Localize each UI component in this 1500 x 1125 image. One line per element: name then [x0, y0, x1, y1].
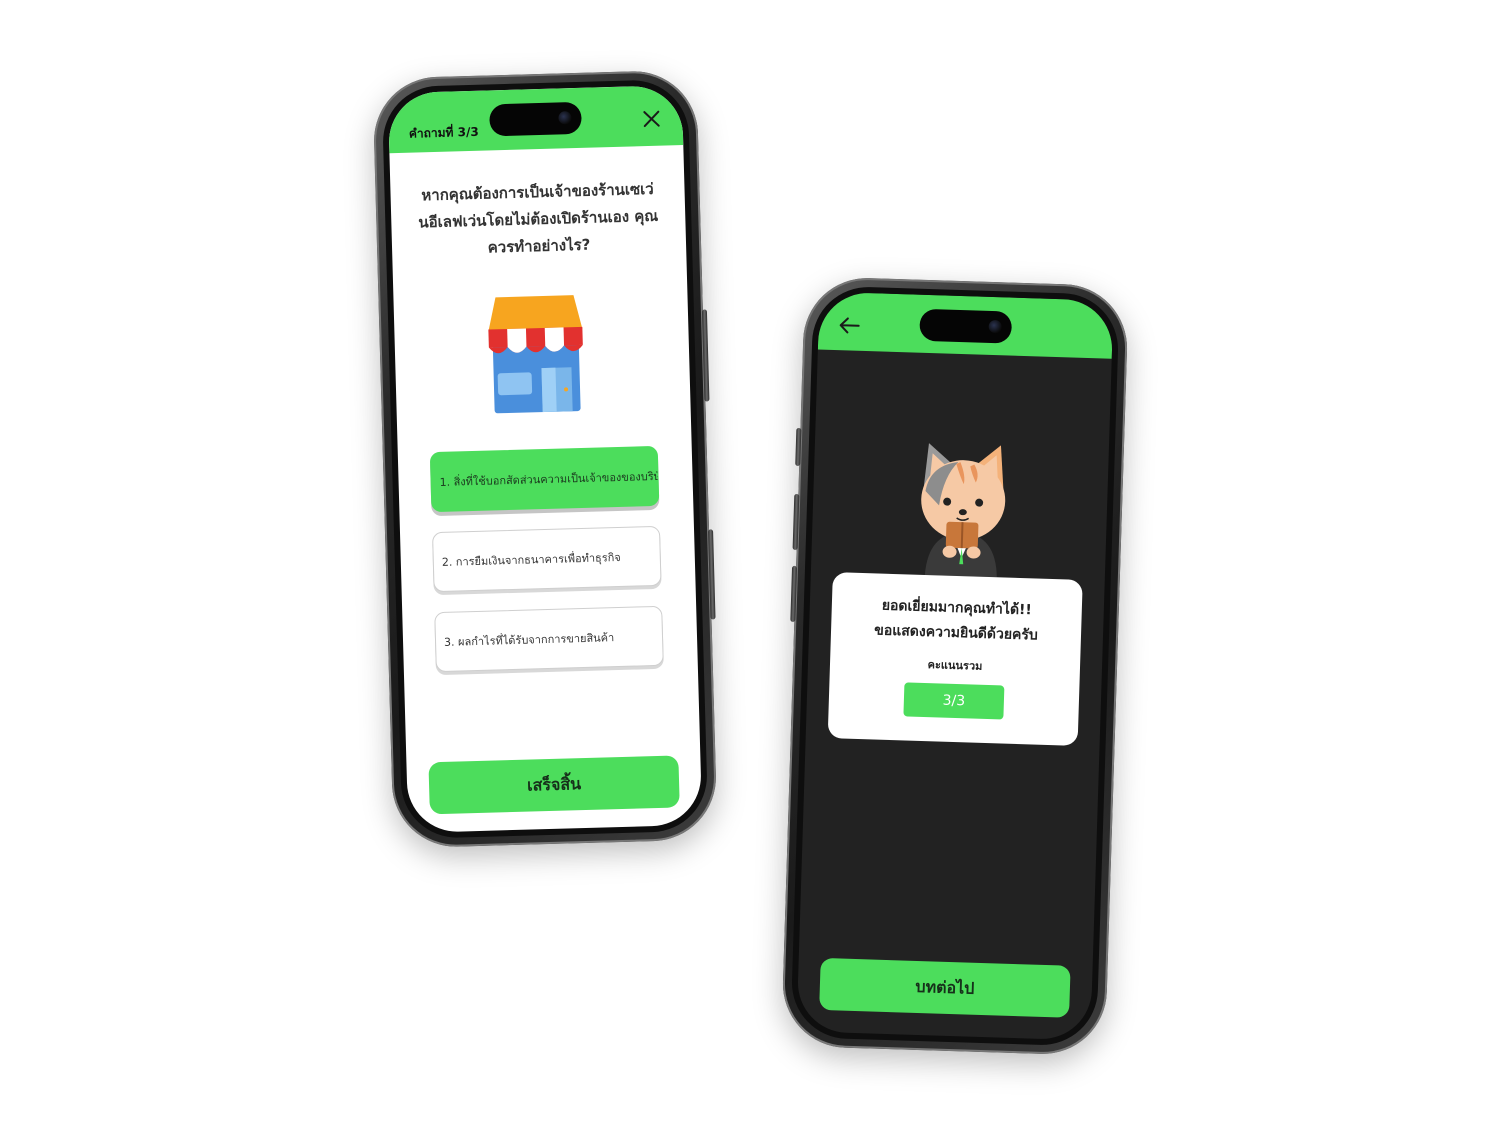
- dynamic-island: [489, 101, 582, 137]
- result-message-line-1: ยอดเยี่ยมมากคุณทำได้!!: [881, 597, 1033, 619]
- shop-icon: [488, 295, 583, 414]
- question-text: หากคุณต้องการเป็นเจ้าของร้านเซเว่นอีเลฟเ…: [418, 179, 659, 257]
- finish-button[interactable]: เสร็จสิ้น: [428, 755, 680, 815]
- phone-bezel: ยอดเยี่ยมมากคุณทำได้!! ขอแสดงความยินดีด้…: [790, 285, 1120, 1047]
- back-arrow-icon[interactable]: [838, 316, 861, 335]
- result-message: ยอดเยี่ยมมากคุณทำได้!! ขอแสดงความยินดีด้…: [831, 592, 1082, 650]
- volume-up-button: [792, 493, 800, 550]
- answer-option-3[interactable]: 3. ผลกำไรที่ได้รับจากการขายสินค้า: [434, 605, 664, 673]
- action-button: [795, 427, 802, 467]
- next-chapter-button[interactable]: บทต่อไป: [819, 957, 1071, 1018]
- result-screen: ยอดเยี่ยมมากคุณทำได้!! ขอแสดงความยินดีด้…: [796, 291, 1114, 1041]
- phone-bezel: คำถามที่ 3/3 หากคุณต้องการเป็นเจ้าของร้า…: [381, 78, 709, 840]
- dynamic-island: [919, 308, 1013, 344]
- cat-mascot-icon: [921, 443, 1006, 578]
- result-phone: ยอดเยี่ยมมากคุณทำได้!! ขอแสดงความยินดีด้…: [780, 276, 1130, 1056]
- power-button: [701, 309, 710, 402]
- score-badge: 3/3: [903, 682, 1005, 720]
- quiz-phone: คำถามที่ 3/3 หากคุณต้องการเป็นเจ้าของร้า…: [372, 69, 718, 849]
- answer-option-2[interactable]: 2. การยืมเงินจากธนาคารเพื่อทำธุรกิจ: [431, 525, 662, 593]
- question-counter: คำถามที่ 3/3: [408, 124, 479, 141]
- result-message-line-2: ขอแสดงความยินดีด้วยครับ: [874, 622, 1039, 644]
- close-icon[interactable]: [642, 110, 660, 128]
- quiz-screen: คำถามที่ 3/3 หากคุณต้องการเป็นเจ้าของร้า…: [387, 85, 703, 833]
- volume-down-button: [790, 565, 798, 622]
- result-card: ยอดเยี่ยมมากคุณทำได้!! ขอแสดงความยินดีด้…: [827, 572, 1083, 746]
- side-button: [708, 529, 716, 620]
- answer-option-1[interactable]: 1. สิ่งที่ใช้บอกสัดส่วนความเป็นเจ้าของขอ…: [429, 445, 660, 513]
- score-label: คะแนนรวม: [927, 658, 983, 673]
